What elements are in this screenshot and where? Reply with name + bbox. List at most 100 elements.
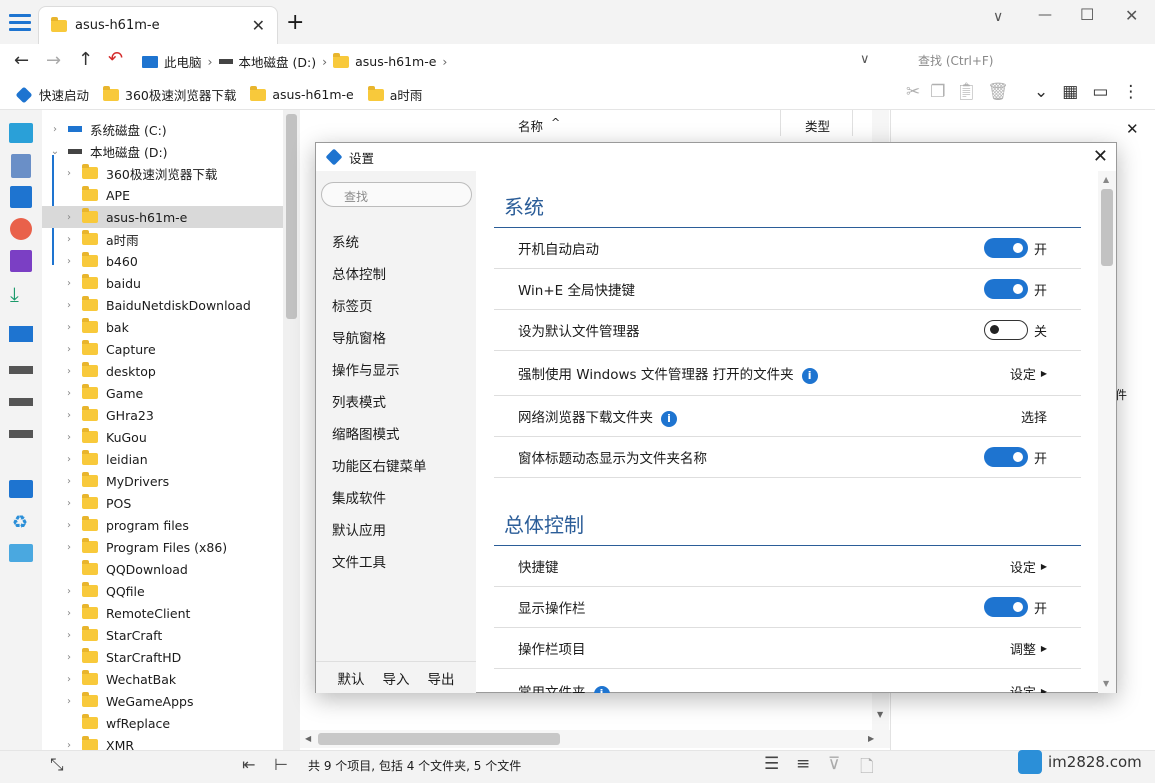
- tree-item-folder[interactable]: › StarCraft: [62, 624, 162, 646]
- column-name[interactable]: 名称: [518, 116, 543, 135]
- outdent-icon[interactable]: ⇤: [242, 755, 255, 774]
- info-icon[interactable]: i: [661, 410, 677, 427]
- chevron-right-icon[interactable]: ›: [62, 388, 76, 399]
- info-icon[interactable]: i: [801, 367, 818, 384]
- column-divider[interactable]: [780, 110, 781, 136]
- tree-item-folder[interactable]: › WechatBak: [62, 668, 176, 690]
- toggle-track[interactable]: [983, 238, 1028, 258]
- documents-icon[interactable]: [11, 154, 31, 178]
- tree-item-folder[interactable]: › GHra23: [62, 404, 154, 426]
- search-input[interactable]: 查找 (Ctrl+F): [918, 52, 994, 69]
- chevron-right-icon[interactable]: ›: [62, 366, 76, 377]
- chevron-right-icon[interactable]: ›: [62, 212, 76, 223]
- chevron-right-icon[interactable]: ›: [62, 410, 76, 421]
- tree-item-folder[interactable]: › XMR: [62, 734, 134, 750]
- tree-view-icon[interactable]: ⊢: [274, 755, 288, 774]
- this-pc-icon[interactable]: [9, 480, 33, 498]
- settings-nav-item[interactable]: 文件工具: [332, 551, 386, 571]
- toggle-switch[interactable]: 关: [983, 320, 1047, 340]
- settings-nav-item[interactable]: 列表模式: [332, 391, 386, 411]
- downloads-icon[interactable]: ⤓: [10, 282, 19, 306]
- settings-nav-item[interactable]: 总体控制: [332, 263, 386, 283]
- tree-item-folder[interactable]: › baidu: [62, 272, 141, 294]
- chevron-down-icon[interactable]: ∨: [993, 9, 1003, 25]
- breadcrumb-this-pc[interactable]: 此电脑: [164, 52, 202, 71]
- tree-item-folder[interactable]: › Game: [62, 382, 143, 404]
- tree-item-folder[interactable]: › 360极速浏览器下载: [62, 162, 217, 184]
- settings-nav-item[interactable]: 功能区右键菜单: [332, 455, 427, 475]
- tab-close-icon[interactable]: ✕: [252, 16, 265, 35]
- collapse-icon[interactable]: ⤡: [50, 755, 64, 775]
- paste-icon[interactable]: 📋︎: [956, 82, 978, 102]
- list-view-icon[interactable]: ☰: [764, 754, 779, 774]
- tree-item-drive-d[interactable]: ⌄ 本地磁盘 (D:): [48, 140, 168, 162]
- pictures-icon[interactable]: [10, 186, 32, 208]
- default-button[interactable]: 默认: [338, 668, 365, 688]
- quick-item-360-download[interactable]: 360极速浏览器下载: [103, 85, 236, 104]
- import-button[interactable]: 导入: [383, 668, 410, 688]
- chevron-right-icon[interactable]: ›: [62, 520, 76, 531]
- grid-view-icon[interactable]: ▦: [1062, 82, 1078, 102]
- chevron-right-icon[interactable]: ›: [62, 476, 76, 487]
- more-icon[interactable]: ⋮: [1122, 82, 1139, 102]
- toggle-switch[interactable]: 开: [983, 447, 1047, 467]
- file-icon[interactable]: 🗋︎: [860, 754, 874, 783]
- tree-item-drive-c[interactable]: › 系统磁盘 (C:): [48, 118, 167, 140]
- undo-icon[interactable]: ↶: [108, 48, 123, 69]
- copy-icon[interactable]: ❐: [930, 82, 945, 102]
- chevron-right-icon[interactable]: ›: [62, 498, 76, 509]
- chevron-right-icon[interactable]: ›: [62, 256, 76, 267]
- drive-e-icon[interactable]: [9, 398, 33, 406]
- recycle-bin-icon[interactable]: ♻: [12, 512, 28, 533]
- tree-item-folder[interactable]: › POS: [62, 492, 131, 514]
- chevron-right-icon[interactable]: ›: [62, 322, 76, 333]
- tab-asus-h61m-e[interactable]: asus-h61m-e ✕: [38, 6, 278, 44]
- dialog-close-icon[interactable]: ✕: [1093, 146, 1108, 167]
- chevron-right-icon[interactable]: ›: [62, 696, 76, 707]
- export-button[interactable]: 导出: [428, 668, 455, 688]
- settings-nav-item[interactable]: 标签页: [332, 295, 373, 315]
- chevron-right-icon[interactable]: ›: [62, 454, 76, 465]
- control-panel-icon[interactable]: [9, 544, 33, 562]
- tree-scrollbar[interactable]: [283, 110, 300, 750]
- tree-item-folder[interactable]: wfReplace: [62, 712, 170, 734]
- toggle-track[interactable]: [983, 279, 1028, 299]
- drive-d-icon[interactable]: [9, 366, 33, 374]
- scroll-right-icon[interactable]: ▶: [868, 734, 874, 743]
- tree-item-folder[interactable]: › b460: [62, 250, 138, 272]
- settings-nav-item[interactable]: 默认应用: [332, 519, 386, 539]
- toggle-switch[interactable]: 开: [983, 279, 1047, 299]
- settings-nav-item[interactable]: 操作与显示: [332, 359, 400, 379]
- settings-nav-item[interactable]: 系统: [332, 231, 359, 251]
- menu-icon[interactable]: [9, 13, 31, 31]
- scroll-thumb[interactable]: [286, 114, 297, 319]
- quick-launch-button[interactable]: 快速启动: [15, 85, 89, 104]
- up-icon[interactable]: ↑: [78, 49, 93, 70]
- scroll-thumb[interactable]: [318, 733, 560, 745]
- chevron-right-icon[interactable]: ›: [62, 630, 76, 641]
- settings-search-input[interactable]: 查找: [321, 182, 472, 207]
- tree-item-folder[interactable]: › Capture: [62, 338, 156, 360]
- setting-link[interactable]: 设定 ▶: [1010, 364, 1047, 383]
- chevron-right-icon[interactable]: ›: [62, 432, 76, 443]
- new-tab-button[interactable]: +: [286, 10, 304, 35]
- scroll-up-icon[interactable]: ▲: [1103, 175, 1109, 184]
- quick-item-ashiyu[interactable]: a时雨: [367, 85, 422, 104]
- tree-item-folder[interactable]: › asus-h61m-e: [62, 206, 187, 228]
- info-icon[interactable]: i: [593, 685, 610, 693]
- tree-item-folder[interactable]: › WeGameApps: [62, 690, 193, 712]
- back-icon[interactable]: ←: [14, 50, 29, 71]
- tree-item-folder[interactable]: › StarCraftHD: [62, 646, 181, 668]
- details-view-icon[interactable]: ≡: [796, 754, 810, 774]
- close-window-button[interactable]: ✕: [1125, 6, 1138, 25]
- tree-item-folder[interactable]: › MyDrivers: [62, 470, 169, 492]
- tree-item-folder[interactable]: › BaiduNetdiskDownload: [62, 294, 251, 316]
- tree-item-folder[interactable]: › leidian: [62, 448, 148, 470]
- tree-item-folder[interactable]: › a时雨: [62, 228, 139, 250]
- toggle-track[interactable]: [983, 447, 1028, 467]
- tree-item-folder[interactable]: › bak: [62, 316, 129, 338]
- chevron-right-icon[interactable]: ›: [62, 278, 76, 289]
- tree-item-folder[interactable]: › program files: [62, 514, 189, 536]
- scroll-down-icon[interactable]: ▼: [877, 710, 883, 719]
- column-divider[interactable]: [852, 110, 853, 136]
